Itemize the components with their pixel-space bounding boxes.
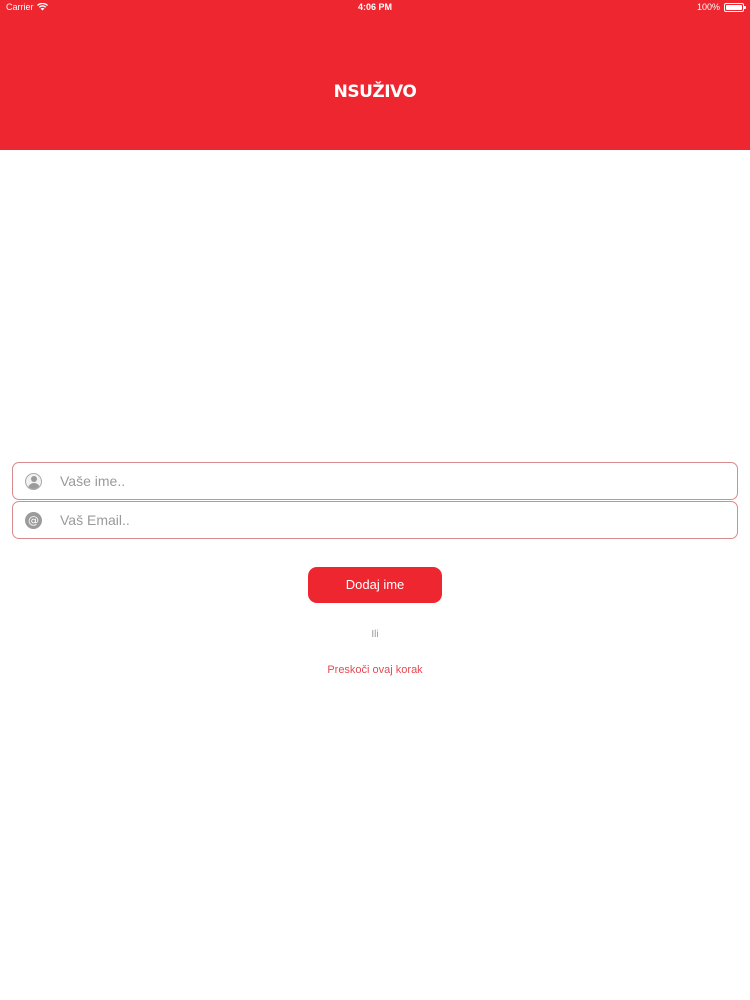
email-input[interactable]: [60, 502, 730, 538]
or-label: Ili: [371, 629, 379, 640]
status-right: 100%: [696, 2, 746, 12]
person-icon-head: [31, 476, 37, 482]
battery-fill: [726, 4, 742, 10]
at-icon: @: [25, 512, 42, 529]
email-field[interactable]: @: [12, 501, 738, 539]
battery-percent: 100%: [696, 2, 720, 12]
battery-icon: [724, 2, 746, 12]
skip-step-link[interactable]: Preskoči ovaj korak: [0, 664, 750, 676]
person-icon-body: [28, 483, 40, 489]
status-bar: Carrier 4:06 PM 100%: [0, 0, 750, 14]
add-name-button[interactable]: Dodaj ime: [308, 567, 442, 603]
name-input[interactable]: [60, 463, 730, 499]
app-header: Carrier 4:06 PM 100% NSUŽIVO: [0, 0, 750, 150]
app-logo: NSUŽIVO: [333, 82, 417, 102]
name-field[interactable]: [12, 462, 738, 500]
status-time: 4:06 PM: [357, 2, 392, 12]
person-icon: [25, 473, 42, 490]
